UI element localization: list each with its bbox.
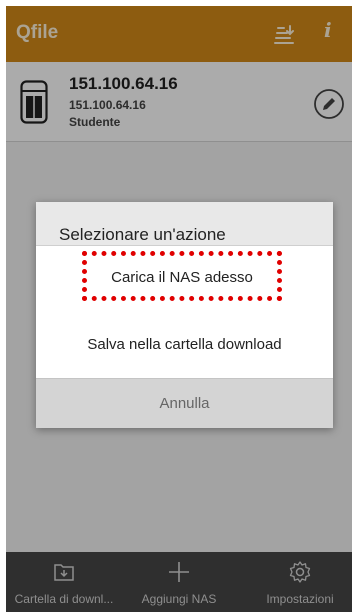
tab-add-nas-label: Aggiungi NAS xyxy=(141,592,217,606)
download-folder-icon xyxy=(54,564,74,581)
tab-download-folder-label: Cartella di downl... xyxy=(14,592,114,606)
bottom-nav: Cartella di downl... Aggiungi NAS Impost… xyxy=(6,552,352,612)
tab-add-nas[interactable]: Aggiungi NAS xyxy=(122,552,236,612)
dialog-header: Selezionare un'azione xyxy=(36,202,333,246)
tab-settings-label: Impostazioni xyxy=(266,592,334,606)
upload-nas-now-label: Carica il NAS adesso xyxy=(111,269,253,286)
dialog-title: Selezionare un'azione xyxy=(59,225,226,244)
app-screen: Qfile i 151.100.64.16 151.100.64.16 Stud… xyxy=(6,6,352,612)
action-dialog: Selezionare un'azione Carica il NAS ades… xyxy=(36,202,333,428)
save-to-download-folder-option[interactable]: Salva nella cartella download xyxy=(36,328,333,362)
upload-nas-now-option[interactable]: Carica il NAS adesso xyxy=(82,251,282,301)
tab-settings[interactable]: Impostazioni xyxy=(248,552,352,612)
cancel-button[interactable]: Annulla xyxy=(36,378,333,428)
plus-icon xyxy=(169,562,189,582)
tab-download-folder[interactable]: Cartella di downl... xyxy=(6,552,122,612)
gear-icon xyxy=(289,561,311,583)
